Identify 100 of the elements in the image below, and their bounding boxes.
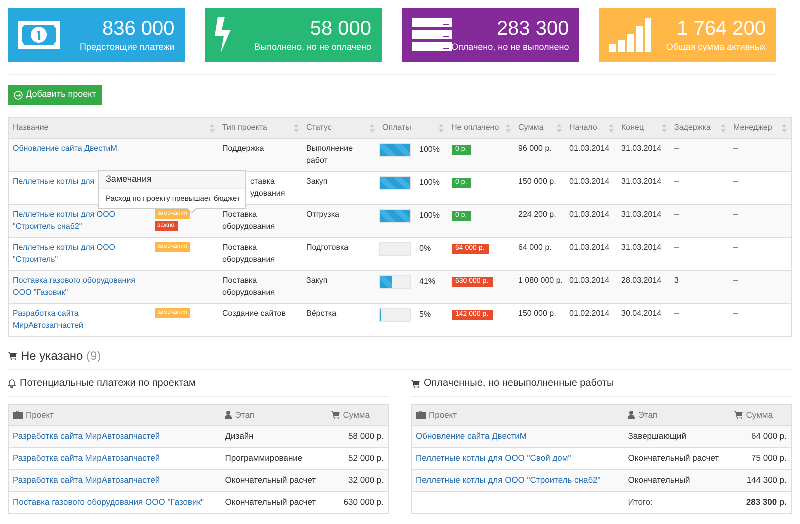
project-link[interactable]: Разработка сайта МирАвтозапчастей: [13, 431, 160, 442]
percent-text: 5%: [420, 309, 432, 321]
cart-icon: [331, 411, 340, 419]
manager-text: –: [734, 276, 738, 285]
sum-text: 58 000 р.: [348, 431, 384, 442]
sort-icon[interactable]: [662, 124, 666, 132]
delay-text: –: [674, 144, 679, 153]
project-link[interactable]: Обновление сайта ДвестиМ: [13, 143, 146, 155]
delay-text: –: [674, 309, 679, 318]
lightning-icon: [214, 17, 233, 53]
sum-text: 32 000 р.: [348, 475, 384, 486]
sum-text: 96 000 р.: [518, 144, 552, 153]
percent-text: 0%: [420, 243, 432, 255]
column-header[interactable]: Сумма: [518, 122, 544, 134]
stage-text: Программирование: [225, 453, 303, 464]
sort-icon[interactable]: [294, 124, 298, 132]
column-header[interactable]: Задержка: [674, 122, 711, 134]
manager-text: –: [734, 210, 738, 219]
end-date: 28.03.2014: [622, 276, 662, 285]
column-header: Сумма: [343, 408, 370, 422]
project-type: Поддержка: [222, 143, 266, 155]
stage-text: Окончательный расчет: [225, 475, 316, 486]
project-type: Создание сайтов: [222, 308, 287, 320]
stat-value: 1 764 200: [677, 17, 766, 41]
delay-text: 3: [674, 276, 679, 285]
column-header[interactable]: Менеджер: [734, 122, 772, 134]
project-link[interactable]: Разработка сайта МирАвтозапчастей: [13, 453, 160, 464]
stage-text: Окончательный расчет: [225, 497, 316, 508]
start-date: 01.03.2014: [570, 276, 610, 285]
project-link[interactable]: Разработка сайта МирАвтозапчастей: [13, 475, 160, 486]
end-date: 31.03.2014: [622, 243, 662, 252]
percent-text: 100%: [420, 144, 440, 156]
project-link[interactable]: Пеллетные котлы для ООО "Строитель снаб2": [13, 209, 146, 233]
stat-value: 283 300: [496, 17, 570, 41]
percent-text: 100%: [420, 177, 440, 189]
panel-title: Потенциальные платежи по проектам: [20, 377, 196, 391]
column-header[interactable]: Название: [13, 122, 49, 134]
project-link[interactable]: Пеллетные котлы для ООО "Свой дом": [416, 453, 572, 464]
end-date: 30.04.2014: [622, 309, 662, 318]
stage-text: Дизайн: [225, 431, 254, 442]
sort-icon[interactable]: [720, 124, 726, 132]
end-date: 31.03.2014: [622, 177, 662, 186]
sum-text: 1 080 000 р.: [518, 276, 563, 285]
stage-text: Окончательный расчет: [628, 453, 720, 464]
status-text: Отгрузка: [306, 209, 340, 221]
sort-icon[interactable]: [438, 124, 444, 132]
percent-text: 41%: [420, 276, 436, 288]
user-icon: [628, 411, 636, 419]
briefcase-icon: [13, 411, 23, 419]
sum-text: 630 000 р.: [344, 497, 384, 508]
start-date: 01.02.2014: [570, 309, 610, 318]
stat-value: 836 000: [102, 17, 175, 41]
column-header[interactable]: Начало: [570, 122, 598, 134]
column-header[interactable]: Конец: [622, 122, 644, 134]
column-header[interactable]: Тип проекта: [222, 122, 268, 134]
cart-icon: [411, 380, 420, 388]
sum-text: 75 000 р.: [752, 453, 787, 464]
stat-label: Оплачено, но не выполнено: [452, 41, 570, 53]
panel-title: Оплаченные, но невыполненные работы: [424, 377, 614, 391]
stage-text: Окончательный: [628, 475, 690, 486]
status-text: Закуп: [306, 275, 329, 287]
sort-icon[interactable]: [608, 124, 614, 132]
sort-icon[interactable]: [782, 124, 787, 132]
sum-text: 64 000 р.: [518, 243, 552, 252]
project-link[interactable]: Поставка газового оборудования ООО "Газовик": [13, 497, 204, 508]
total-label: Итого:: [628, 497, 653, 508]
briefcase-icon: [416, 411, 426, 419]
sort-icon[interactable]: [370, 124, 374, 132]
column-header[interactable]: Не оплачено: [452, 122, 500, 134]
stat-label: Предстоящие платежи: [80, 41, 175, 53]
delay-text: –: [674, 210, 679, 219]
column-header[interactable]: Оплаты: [382, 122, 412, 134]
banknote-icon: [18, 21, 60, 49]
status-text: Закуп: [306, 176, 329, 188]
project-link[interactable]: Поставка газового оборудования ООО "Газовик": [13, 275, 146, 299]
project-link[interactable]: Пеллетные котлы для ООО "Строитель": [13, 242, 146, 266]
sort-icon[interactable]: [556, 124, 562, 132]
project-link[interactable]: Разработка сайта МирАвтозапчастей: [13, 308, 146, 332]
sum-text: 150 000 р.: [518, 309, 556, 318]
project-type: ставка удования: [250, 176, 286, 200]
sort-icon[interactable]: [210, 124, 214, 132]
column-header: Сумма: [746, 408, 773, 422]
project-link[interactable]: Пеллетные котлы для ООО "Строитель снаб2": [416, 475, 601, 486]
project-link[interactable]: Обновление сайта ДвестиМ: [416, 431, 527, 442]
cart-icon: [734, 411, 744, 419]
delay-text: –: [674, 243, 679, 252]
total-sum: 283 300 р.: [746, 497, 787, 508]
cart-icon: [8, 352, 17, 360]
sort-icon[interactable]: [506, 124, 510, 132]
end-date: 31.03.2014: [622, 210, 662, 219]
sum-text: 64 000 р.: [752, 431, 787, 442]
add-project-button[interactable]: Добавить проект: [8, 85, 102, 105]
circle-arrow-icon: [14, 90, 23, 100]
column-header: Проект: [429, 408, 457, 422]
section-title: Не указано (9): [21, 348, 102, 365]
column-header[interactable]: Статус: [306, 122, 332, 134]
start-date: 01.03.2014: [570, 144, 610, 153]
stage-text: Завершающий: [628, 431, 686, 442]
manager-text: –: [734, 177, 738, 186]
sum-text: 52 000 р.: [348, 453, 384, 464]
